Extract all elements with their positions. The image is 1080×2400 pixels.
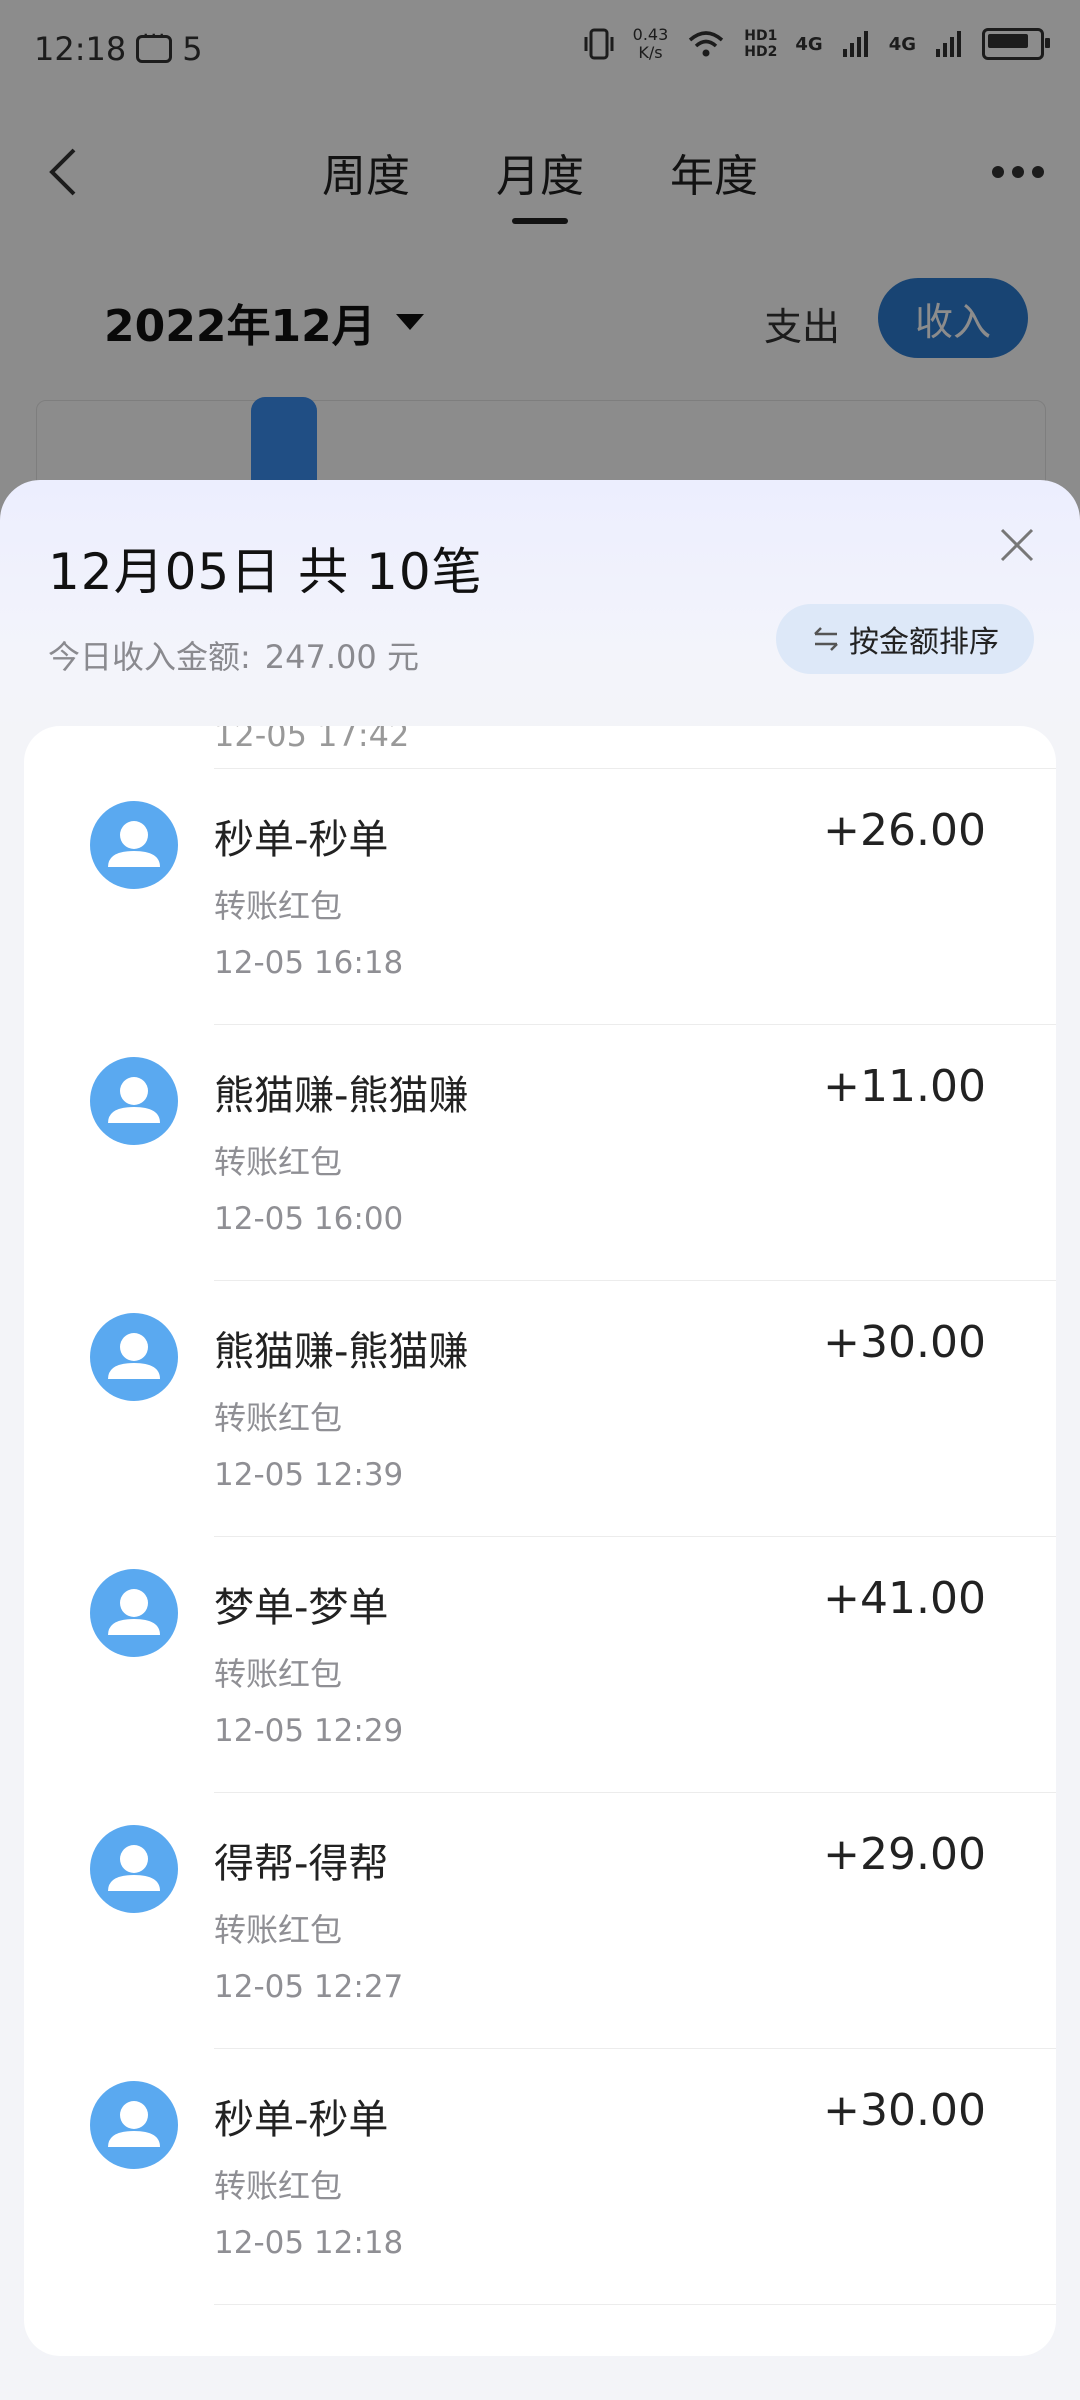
swap-icon — [814, 627, 838, 651]
transaction-type: 转账红包 — [214, 1655, 343, 1693]
transaction-type: 转账红包 — [214, 1399, 343, 1437]
partial-row-time: 12-05 17:42 — [214, 726, 410, 754]
transaction-amount: +30.00 — [823, 1317, 986, 1368]
transaction-type: 转账红包 — [214, 1911, 343, 1949]
close-icon[interactable] — [992, 520, 1042, 570]
transaction-time: 12-05 12:27 — [214, 1969, 404, 2005]
screen: 12:18 5 0.43 K/s HD1 HD2 4G — [0, 0, 1080, 2400]
avatar — [90, 2081, 178, 2169]
transaction-row[interactable]: 秒单-秒单 转账红包 12-05 12:18 +30.00 — [90, 2048, 1056, 2305]
transaction-row[interactable]: 秒单-秒单 转账红包 12-05 16:18 +26.00 — [90, 768, 1056, 1024]
user-icon — [108, 821, 160, 867]
transaction-rows: 秒单-秒单 转账红包 12-05 16:18 +26.00 熊猫赚-熊猫赚 转账… — [24, 768, 1056, 2305]
transaction-type: 转账红包 — [214, 887, 343, 925]
daily-income-summary: 今日收入金额: 247.00 元 — [48, 632, 419, 678]
user-icon — [108, 1845, 160, 1891]
daily-income-amount: 247.00 元 — [264, 638, 419, 676]
sort-by-amount-button[interactable]: 按金额排序 — [776, 604, 1034, 674]
user-icon — [108, 1333, 160, 1379]
transaction-row[interactable]: 熊猫赚-熊猫赚 转账红包 12-05 16:00 +11.00 — [90, 1024, 1056, 1280]
avatar — [90, 1057, 178, 1145]
transaction-amount: +29.00 — [823, 1829, 986, 1880]
transaction-time: 12-05 16:00 — [214, 1201, 404, 1237]
avatar — [90, 1825, 178, 1913]
avatar — [90, 1313, 178, 1401]
avatar — [90, 1569, 178, 1657]
transaction-title: 得帮-得帮 — [214, 1841, 389, 1887]
transaction-list: 12-05 17:42 秒单-秒单 转账红包 12-05 16:18 +26.0… — [24, 726, 1056, 2356]
transaction-row[interactable]: 梦单-梦单 转账红包 12-05 12:29 +41.00 — [90, 1536, 1056, 1792]
user-icon — [108, 1589, 160, 1635]
transaction-row[interactable]: 得帮-得帮 转账红包 12-05 12:27 +29.00 — [90, 1792, 1056, 2048]
user-icon — [108, 2101, 160, 2147]
transaction-title: 秒单-秒单 — [214, 2097, 389, 2143]
daily-income-label: 今日收入金额: — [48, 638, 251, 676]
transaction-time: 12-05 16:18 — [214, 945, 404, 981]
transaction-time: 12-05 12:29 — [214, 1713, 404, 1749]
transaction-time: 12-05 12:18 — [214, 2225, 404, 2261]
transaction-amount: +26.00 — [823, 805, 986, 856]
user-icon — [108, 1077, 160, 1123]
avatar — [90, 801, 178, 889]
transaction-time: 12-05 12:39 — [214, 1457, 404, 1493]
transaction-amount: +30.00 — [823, 2085, 986, 2136]
sheet-title: 12月05日 共 10笔 — [48, 543, 483, 601]
transaction-title: 秒单-秒单 — [214, 817, 389, 863]
transaction-type: 转账红包 — [214, 2167, 343, 2205]
transaction-amount: +41.00 — [823, 1573, 986, 1624]
sort-label: 按金额排序 — [849, 625, 999, 660]
day-detail-sheet: 12月05日 共 10笔 今日收入金额: 247.00 元 按金额排序 12-0… — [0, 480, 1080, 2400]
transaction-amount: +11.00 — [823, 1061, 986, 1112]
transaction-title: 熊猫赚-熊猫赚 — [214, 1073, 469, 1119]
transaction-type: 转账红包 — [214, 1143, 343, 1181]
transaction-title: 熊猫赚-熊猫赚 — [214, 1329, 469, 1375]
transaction-title: 梦单-梦单 — [214, 1585, 389, 1631]
transaction-row[interactable]: 熊猫赚-熊猫赚 转账红包 12-05 12:39 +30.00 — [90, 1280, 1056, 1536]
